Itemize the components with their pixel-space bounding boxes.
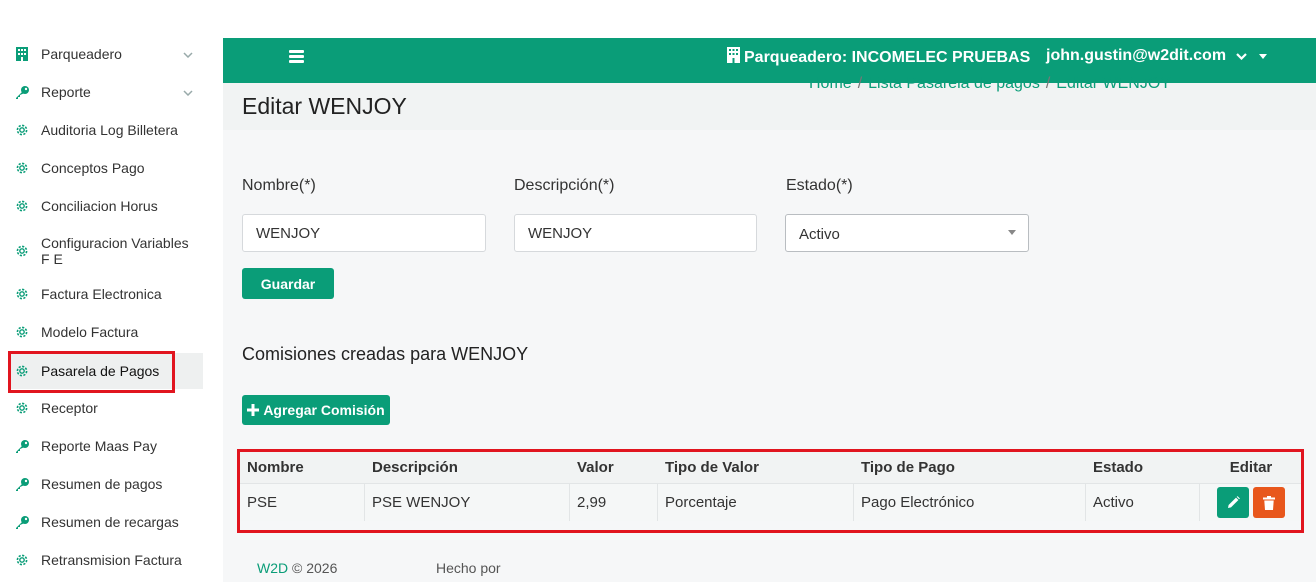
- current-parking: Parqueadero: INCOMELEC PRUEBAS: [727, 47, 1030, 68]
- edit-button[interactable]: [1217, 487, 1249, 518]
- sidebar-item-label: Conciliacion Horus: [41, 198, 158, 214]
- gear-icon: [14, 400, 30, 416]
- sidebar-item-label: Parqueadero: [41, 46, 122, 62]
- table-cell: 2,99: [570, 484, 658, 521]
- delete-button[interactable]: [1253, 487, 1285, 518]
- sidebar-item-receptor[interactable]: Receptor: [8, 398, 203, 418]
- nombre-field[interactable]: WENJOY: [242, 214, 486, 252]
- sidebar-item-label: Retransmision Factura: [41, 552, 182, 568]
- sidebar-item-conciliacion-horus[interactable]: Conciliacion Horus: [8, 196, 203, 216]
- user-email: john.gustin@w2dit.com: [1046, 47, 1227, 64]
- row-actions: [1200, 484, 1302, 521]
- estado-select[interactable]: Activo: [785, 214, 1029, 252]
- breadcrumb-home[interactable]: Home: [809, 75, 852, 92]
- gear-icon: [14, 243, 30, 259]
- chevron-down-icon: [1236, 49, 1247, 63]
- column-header: Tipo de Pago: [861, 458, 955, 476]
- footer-brand[interactable]: W2D: [257, 560, 288, 576]
- pencil-icon: [1227, 496, 1240, 508]
- caret-down-icon: [1259, 51, 1268, 61]
- gear-icon: [14, 324, 30, 340]
- key-icon: [14, 438, 30, 454]
- chevron-down-icon: [183, 47, 193, 61]
- nombre-label: Nombre(*): [242, 177, 316, 194]
- column-header: Editar: [1229, 458, 1273, 476]
- sidebar-item-label: Resumen de recargas: [41, 514, 179, 530]
- table-cell: Pago Electrónico: [854, 484, 1086, 521]
- sidebar-item-pasarela-de-pagos[interactable]: Pasarela de Pagos: [8, 353, 203, 389]
- sidebar-item-label: Receptor: [41, 400, 98, 416]
- sidebar-item-label: Conceptos Pago: [41, 160, 145, 176]
- sidebar-item-conceptos-pago[interactable]: Conceptos Pago: [8, 158, 203, 178]
- add-commission-button[interactable]: Agregar Comisión: [242, 395, 390, 425]
- chevron-down-icon: [183, 85, 193, 99]
- commissions-title: Comisiones creadas para WENJOY: [242, 344, 529, 364]
- column-header: Estado: [1093, 458, 1144, 476]
- sidebar-item-label: Configuracion Variables F E: [41, 235, 189, 267]
- save-button[interactable]: Guardar: [242, 268, 334, 299]
- column-header: Tipo de Valor: [665, 458, 759, 476]
- table-row: PSE PSE WENJOY 2,99 Porcentaje Pago Elec…: [240, 483, 1302, 521]
- sidebar: Parqueadero Reporte Auditoria Log Billet…: [0, 0, 222, 582]
- building-icon: [14, 46, 30, 62]
- table-cell: Activo: [1086, 484, 1200, 521]
- table-header: Nombre Descripción Valor Tipo de Valor T…: [240, 451, 1302, 483]
- sidebar-item-label: Factura Electronica: [41, 286, 162, 302]
- sidebar-item-auditoria-log-billetera[interactable]: Auditoria Log Billetera: [8, 120, 203, 140]
- gear-icon: [14, 286, 30, 302]
- sidebar-item-label: Resumen de pagos: [41, 476, 163, 492]
- gear-icon: [14, 160, 30, 176]
- estado-label: Estado(*): [786, 177, 853, 194]
- gear-icon: [14, 122, 30, 138]
- sidebar-item-label: Pasarela de Pagos: [41, 363, 160, 379]
- plus-icon: [247, 404, 260, 416]
- breadcrumb-lista-pasarela[interactable]: Lista Pasarela de pagos: [868, 75, 1040, 92]
- user-menu[interactable]: john.gustin@w2dit.com: [1046, 47, 1268, 65]
- sidebar-item-factura-electronica[interactable]: Factura Electronica: [8, 284, 203, 304]
- column-header: Descripción: [372, 458, 458, 476]
- sidebar-item-modelo-factura[interactable]: Modelo Factura: [8, 322, 203, 342]
- sidebar-item-label: Reporte: [41, 84, 91, 100]
- table-cell: Porcentaje: [658, 484, 854, 521]
- sidebar-item-retransmision-factura[interactable]: Retransmision Factura: [8, 550, 203, 570]
- footer-copyright-text: © 2026: [292, 560, 338, 576]
- column-header: Nombre: [247, 458, 304, 476]
- building-icon: [727, 47, 740, 68]
- page-header: Editar WENJOY Home / Lista Pasarela de pag…: [223, 75, 1316, 130]
- sidebar-item-parqueadero[interactable]: Parqueadero: [8, 44, 203, 64]
- trash-icon: [1263, 495, 1275, 510]
- key-icon: [14, 476, 30, 492]
- caret-down-icon: [1008, 230, 1016, 235]
- commissions-table: Nombre Descripción Valor Tipo de Valor T…: [240, 451, 1302, 521]
- table-cell: PSE WENJOY: [365, 484, 570, 521]
- key-icon: [14, 84, 30, 100]
- footer-made-by: Hecho por: [436, 560, 501, 576]
- sidebar-item-resumen-de-recargas[interactable]: Resumen de recargas: [8, 512, 203, 532]
- sidebar-item-label: Auditoria Log Billetera: [41, 122, 178, 138]
- column-header: Valor: [577, 458, 614, 476]
- gear-icon: [14, 552, 30, 568]
- footer-copyright: W2D © 2026: [257, 560, 337, 576]
- sidebar-item-configuracion-variables-fe[interactable]: Configuracion Variables F E: [8, 234, 203, 268]
- estado-selected-value: Activo: [799, 226, 840, 243]
- page-title: Editar WENJOY: [242, 93, 407, 119]
- parking-name: Parqueadero: INCOMELEC PRUEBAS: [744, 48, 1031, 66]
- sidebar-item-reporte[interactable]: Reporte: [8, 82, 203, 102]
- breadcrumb-current: Editar WENJOY: [1056, 75, 1171, 92]
- sidebar-item-reporte-maas-pay[interactable]: Reporte Maas Pay: [8, 436, 203, 456]
- add-commission-label: Agregar Comisión: [263, 402, 385, 418]
- sidebar-item-resumen-de-pagos[interactable]: Resumen de pagos: [8, 474, 203, 494]
- descripcion-field[interactable]: WENJOY: [514, 214, 757, 252]
- descripcion-label: Descripción(*): [514, 177, 615, 194]
- table-cell: PSE: [240, 484, 365, 521]
- sidebar-item-label: Modelo Factura: [41, 324, 139, 340]
- key-icon: [14, 514, 30, 530]
- sidebar-item-label: Reporte Maas Pay: [41, 438, 157, 454]
- hamburger-menu-icon[interactable]: [289, 50, 304, 64]
- gear-icon: [14, 198, 30, 214]
- breadcrumb: Home / Lista Pasarela de pagos / Editar WENJ…: [809, 75, 1171, 92]
- gear-icon: [14, 363, 30, 379]
